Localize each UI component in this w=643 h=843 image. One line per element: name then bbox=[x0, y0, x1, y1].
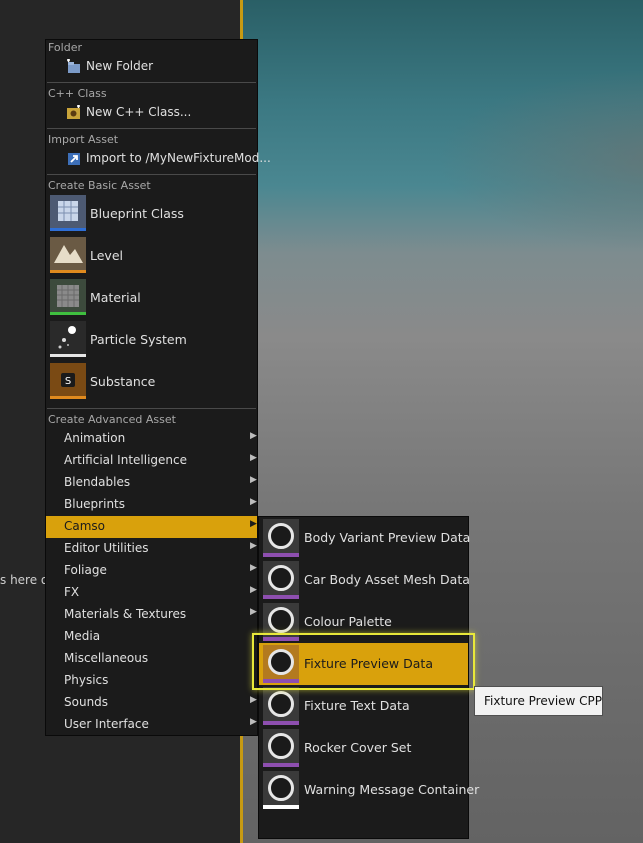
submenu-arrow-icon: ▶ bbox=[250, 431, 257, 441]
menu-item-editor-utilities[interactable]: Editor Utilities ▶ bbox=[46, 538, 257, 560]
menu-item-label: Artificial Intelligence bbox=[64, 453, 187, 467]
menu-item-camso[interactable]: Camso ▶ bbox=[46, 516, 257, 538]
data-asset-icon bbox=[263, 687, 299, 725]
tooltip-text: Fixture Preview CPP bbox=[484, 694, 603, 708]
svg-text:S: S bbox=[65, 376, 71, 387]
submenu-item-label: Colour Palette bbox=[304, 614, 392, 629]
menu-item-foliage[interactable]: Foliage ▶ bbox=[46, 560, 257, 582]
data-asset-icon bbox=[263, 729, 299, 767]
menu-item-label: User Interface bbox=[64, 717, 149, 731]
submenu-item-label: Fixture Text Data bbox=[304, 698, 410, 713]
material-icon bbox=[50, 279, 86, 315]
menu-item-label: Foliage bbox=[64, 563, 107, 577]
menu-item-media[interactable]: Media bbox=[46, 626, 257, 648]
menu-item-label: Sounds bbox=[64, 695, 109, 709]
data-asset-icon bbox=[263, 771, 299, 809]
menu-item-label: Import to /MyNewFixtureMod... bbox=[86, 151, 271, 165]
menu-item-artificial-intelligence[interactable]: Artificial Intelligence ▶ bbox=[46, 450, 257, 472]
submenu-arrow-icon: ▶ bbox=[250, 695, 257, 705]
blueprint-class-icon bbox=[50, 195, 86, 231]
import-icon bbox=[68, 153, 80, 165]
submenu-arrow-icon: ▶ bbox=[250, 607, 257, 617]
menu-item-new-cpp-class[interactable]: New C++ Class... bbox=[46, 102, 257, 124]
substance-icon: S bbox=[50, 363, 86, 399]
menu-item-material[interactable]: Material bbox=[46, 279, 257, 319]
section-header-advanced-asset: Create Advanced Asset bbox=[48, 413, 176, 426]
menu-item-label: Substance bbox=[90, 374, 156, 389]
highlight-outline bbox=[252, 633, 475, 690]
submenu-item-label: Warning Message Container bbox=[304, 782, 480, 797]
menu-item-blueprint-class[interactable]: Blueprint Class bbox=[46, 195, 257, 235]
menu-item-label: Editor Utilities bbox=[64, 541, 149, 555]
menu-item-label: Miscellaneous bbox=[64, 651, 149, 665]
menu-item-fx[interactable]: FX ▶ bbox=[46, 582, 257, 604]
submenu-arrow-icon: ▶ bbox=[250, 563, 257, 573]
submenu-arrow-icon: ▶ bbox=[250, 519, 257, 529]
separator bbox=[47, 128, 256, 129]
submenu-item-label: Car Body Asset Mesh Data bbox=[304, 572, 470, 587]
menu-item-import[interactable]: Import to /MyNewFixtureMod... bbox=[46, 148, 271, 170]
menu-item-label: Level bbox=[90, 248, 123, 263]
tooltip: Fixture Preview CPP bbox=[474, 686, 603, 716]
menu-item-animation[interactable]: Animation ▶ bbox=[46, 428, 257, 450]
menu-item-label: New C++ Class... bbox=[86, 105, 192, 119]
menu-item-blueprints[interactable]: Blueprints ▶ bbox=[46, 494, 257, 516]
menu-item-label: Camso bbox=[64, 519, 106, 533]
submenu-arrow-icon: ▶ bbox=[250, 497, 257, 507]
menu-item-sounds[interactable]: Sounds ▶ bbox=[46, 692, 257, 714]
submenu-arrow-icon: ▶ bbox=[250, 453, 257, 463]
section-header-basic-asset: Create Basic Asset bbox=[48, 179, 151, 192]
submenu-arrow-icon: ▶ bbox=[250, 541, 257, 551]
menu-item-substance[interactable]: S Substance bbox=[46, 363, 257, 403]
menu-item-label: Blueprint Class bbox=[90, 206, 184, 221]
submenu-item-rocker-cover-set[interactable]: Rocker Cover Set bbox=[259, 727, 468, 769]
menu-item-user-interface[interactable]: User Interface ▶ bbox=[46, 714, 257, 736]
menu-item-label: Physics bbox=[64, 673, 109, 687]
menu-item-new-folder[interactable]: New Folder bbox=[46, 56, 257, 78]
submenu-arrow-icon: ▶ bbox=[250, 475, 257, 485]
separator bbox=[47, 82, 256, 83]
data-asset-icon bbox=[263, 519, 299, 557]
menu-item-level[interactable]: Level bbox=[46, 237, 257, 277]
submenu-arrow-icon: ▶ bbox=[250, 717, 257, 727]
menu-item-miscellaneous[interactable]: Miscellaneous bbox=[46, 648, 257, 670]
menu-item-label: Particle System bbox=[90, 332, 187, 347]
menu-item-physics[interactable]: Physics bbox=[46, 670, 257, 692]
menu-item-label: New Folder bbox=[86, 59, 154, 73]
menu-item-label: Blueprints bbox=[64, 497, 126, 511]
menu-item-label: Animation bbox=[64, 431, 126, 445]
submenu-item-car-body-asset-mesh-data[interactable]: Car Body Asset Mesh Data bbox=[259, 559, 470, 601]
section-header-cpp-class: C++ Class bbox=[48, 87, 107, 100]
section-header-import-asset: Import Asset bbox=[48, 133, 119, 146]
new-folder-icon bbox=[67, 59, 80, 73]
particle-system-icon bbox=[50, 321, 86, 357]
menu-item-label: FX bbox=[64, 585, 80, 599]
separator bbox=[47, 408, 256, 409]
submenu-item-body-variant-preview-data[interactable]: Body Variant Preview Data bbox=[259, 517, 471, 559]
menu-item-label: Materials & Textures bbox=[64, 607, 187, 621]
new-asset-context-menu: Folder New Folder C++ Class New C++ Clas… bbox=[45, 39, 271, 736]
submenu-item-fixture-text-data[interactable]: Fixture Text Data bbox=[259, 685, 468, 727]
menu-item-particle-system[interactable]: Particle System bbox=[46, 321, 257, 361]
menu-item-label: Material bbox=[90, 290, 141, 305]
submenu-item-warning-message-container[interactable]: Warning Message Container bbox=[259, 769, 479, 811]
menu-item-label: Media bbox=[64, 629, 101, 643]
data-asset-icon bbox=[263, 561, 299, 599]
submenu-arrow-icon: ▶ bbox=[250, 585, 257, 595]
menu-item-materials-textures[interactable]: Materials & Textures ▶ bbox=[46, 604, 257, 626]
separator bbox=[47, 174, 256, 175]
level-icon bbox=[50, 237, 86, 273]
menu-item-blendables[interactable]: Blendables ▶ bbox=[46, 472, 257, 494]
cpp-class-icon bbox=[67, 105, 80, 119]
submenu-item-label: Rocker Cover Set bbox=[304, 740, 412, 755]
submenu-item-label: Body Variant Preview Data bbox=[304, 530, 471, 545]
menu-item-label: Blendables bbox=[64, 475, 131, 489]
section-header-folder: Folder bbox=[48, 41, 82, 54]
